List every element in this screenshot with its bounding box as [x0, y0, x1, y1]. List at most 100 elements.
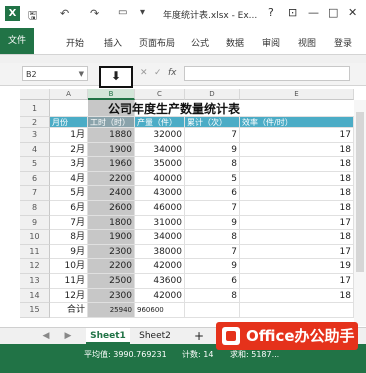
column-header-a[interactable]: A [50, 89, 88, 100]
table-cell[interactable]: 2500 [88, 274, 135, 289]
table-cell[interactable]: 4月 [50, 171, 88, 187]
tab-page-layout[interactable]: 页面布局 [139, 36, 175, 49]
chevron-down-icon[interactable]: ▼ [79, 67, 84, 82]
table-cell[interactable]: 7 [185, 244, 240, 260]
header-cell[interactable]: 产量（件） [135, 117, 185, 128]
table-cell[interactable]: 2400 [88, 186, 135, 201]
customize-qa-icon[interactable]: ▾ [140, 7, 145, 18]
total-label-cell[interactable]: 合计 [50, 303, 88, 318]
header-cell[interactable]: 工时（时） [88, 117, 135, 128]
table-cell[interactable]: 18 [240, 142, 354, 158]
vertical-scrollbar[interactable] [354, 100, 366, 326]
row-header[interactable]: 8 [20, 201, 50, 216]
tab-insert[interactable]: 插入 [104, 36, 122, 49]
table-cell[interactable]: 43000 [135, 186, 185, 201]
enter-icon[interactable]: ✓ [154, 68, 162, 78]
redo-icon[interactable]: ↷ [90, 7, 99, 20]
table-cell[interactable]: 3月 [50, 157, 88, 172]
table-cell[interactable]: 2200 [88, 171, 135, 187]
ribbon-display-button[interactable]: ⊡ [288, 6, 297, 19]
table-cell[interactable]: 18 [240, 230, 354, 245]
tab-scroll-right-icon[interactable]: ▶ [62, 328, 74, 344]
tab-scroll-left-icon[interactable]: ◀ [40, 328, 52, 344]
row-header[interactable]: 10 [20, 230, 50, 245]
tab-file[interactable]: 文件 [0, 28, 34, 54]
table-cell[interactable]: 34000 [135, 142, 185, 158]
row-header[interactable]: 6 [20, 171, 50, 187]
column-header-e[interactable]: E [240, 89, 354, 100]
table-cell[interactable]: 19 [240, 259, 354, 274]
close-button[interactable]: ✕ [348, 6, 357, 19]
save-icon[interactable]: 🖫 [28, 7, 37, 26]
table-cell[interactable]: 18 [240, 157, 354, 172]
row-header[interactable]: 12 [20, 259, 50, 274]
table-cell[interactable]: 32000 [135, 128, 185, 143]
table-cell[interactable]: 17 [240, 215, 354, 231]
table-cell[interactable]: 1960 [88, 157, 135, 172]
table-cell[interactable]: 5月 [50, 186, 88, 201]
table-cell[interactable]: 35000 [135, 157, 185, 172]
tab-formulas[interactable]: 公式 [191, 36, 209, 49]
column-header-d[interactable]: D [185, 89, 240, 100]
table-cell[interactable]: 18 [240, 186, 354, 201]
table-cell[interactable]: 1900 [88, 230, 135, 245]
add-sheet-button[interactable]: + [192, 328, 206, 344]
table-cell[interactable]: 2200 [88, 259, 135, 274]
table-cell[interactable]: 9 [185, 215, 240, 231]
formula-input[interactable] [184, 66, 350, 81]
table-cell[interactable]: 11月 [50, 274, 88, 289]
table-cell[interactable]: 17 [240, 244, 354, 260]
tab-view[interactable]: 视图 [298, 36, 316, 49]
row-header[interactable]: 3 [20, 128, 50, 143]
table-cell[interactable]: 8 [185, 230, 240, 245]
row-header[interactable]: 9 [20, 215, 50, 231]
tab-review[interactable]: 审阅 [262, 36, 280, 49]
header-cell[interactable]: 效率（件/时） [240, 117, 354, 128]
table-cell[interactable]: 17 [240, 128, 354, 143]
maximize-button[interactable]: □ [328, 6, 338, 19]
table-cell[interactable]: 1900 [88, 142, 135, 158]
cancel-icon[interactable]: ✕ [140, 68, 148, 78]
row-header[interactable]: 2 [20, 117, 50, 128]
table-cell[interactable]: 2300 [88, 288, 135, 304]
row-header[interactable]: 13 [20, 274, 50, 289]
row-header[interactable]: 14 [20, 288, 50, 304]
table-cell[interactable]: 6 [185, 274, 240, 289]
sign-in-link[interactable]: 登录 [334, 36, 352, 49]
table-cell[interactable] [240, 303, 354, 318]
table-cell[interactable]: 6月 [50, 201, 88, 216]
column-header-b[interactable]: B [88, 89, 135, 100]
table-cell[interactable] [185, 303, 240, 318]
table-cell[interactable]: 9 [185, 259, 240, 274]
row-header[interactable]: 11 [20, 244, 50, 260]
tab-sheet2[interactable]: Sheet2 [134, 328, 176, 344]
table-cell[interactable]: 7 [185, 201, 240, 216]
table-cell[interactable]: 8 [185, 288, 240, 304]
table-cell[interactable]: 9 [185, 142, 240, 158]
table-cell[interactable]: 46000 [135, 201, 185, 216]
minimize-button[interactable]: — [308, 6, 319, 19]
select-all-corner[interactable] [20, 89, 50, 100]
table-cell[interactable]: 5 [185, 171, 240, 187]
table-cell[interactable]: 18 [240, 171, 354, 187]
scroll-thumb[interactable] [356, 112, 364, 272]
table-cell[interactable]: 6 [185, 186, 240, 201]
table-cell[interactable]: 8月 [50, 230, 88, 245]
table-cell[interactable]: 7 [185, 128, 240, 143]
table-cell[interactable]: 17 [240, 274, 354, 289]
row-header[interactable]: 5 [20, 157, 50, 172]
table-cell[interactable]: 31000 [135, 215, 185, 231]
table-cell[interactable]: 34000 [135, 230, 185, 245]
table-cell[interactable]: 18 [240, 288, 354, 304]
table-cell[interactable]: 1880 [88, 128, 135, 143]
header-cell[interactable]: 月份 [50, 117, 88, 128]
row-header[interactable]: 1 [20, 100, 50, 117]
row-header[interactable]: 4 [20, 142, 50, 158]
table-cell[interactable]: 1月 [50, 128, 88, 143]
insert-function-icon[interactable]: fx [168, 68, 177, 78]
table-cell[interactable]: 2月 [50, 142, 88, 158]
table-cell[interactable]: 18 [240, 201, 354, 216]
table-cell[interactable]: 43600 [135, 274, 185, 289]
help-button[interactable]: ? [268, 6, 274, 19]
table-cell[interactable]: 10月 [50, 259, 88, 274]
